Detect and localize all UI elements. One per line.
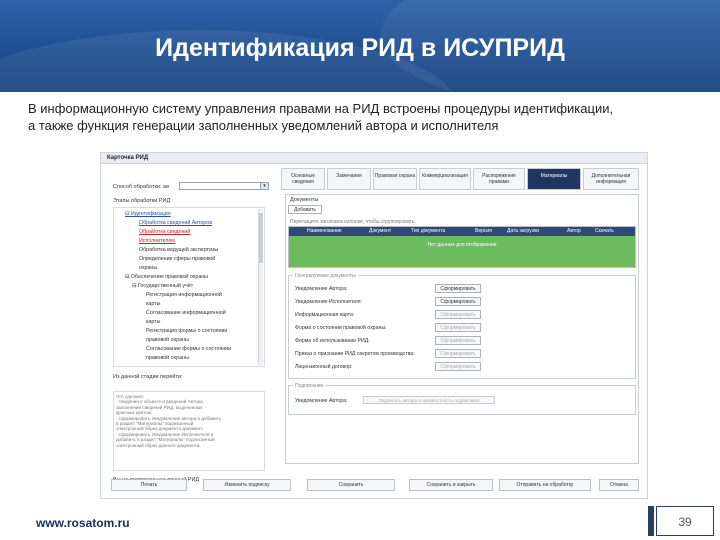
column-header[interactable]: Дата загрузки bbox=[507, 228, 539, 234]
intro-line: В информационную систему управления прав… bbox=[28, 101, 614, 116]
page-number: 39 bbox=[656, 506, 714, 536]
tree-node[interactable]: Определение сферы правовой bbox=[139, 256, 215, 262]
tab[interactable]: Замечания bbox=[327, 168, 371, 190]
tree-node[interactable]: Обработка сведений bbox=[139, 229, 190, 235]
chevron-down-icon[interactable]: ▾ bbox=[260, 183, 268, 189]
group-hint: Перетащите заголовок колонки, чтобы сгру… bbox=[290, 219, 415, 225]
tab-bar: Основные сведения Замечания Правовая охран… bbox=[281, 168, 641, 190]
window-title: Карточка РИД bbox=[107, 155, 149, 161]
generate-button[interactable]: Сформировать bbox=[435, 362, 481, 371]
signing-field[interactable]: Подписать автора в неизвестность подписа… bbox=[363, 396, 495, 404]
column-header[interactable]: Скачать bbox=[595, 228, 614, 234]
scrollbar[interactable] bbox=[258, 209, 263, 365]
column-header[interactable]: Автор bbox=[567, 228, 581, 234]
action-button[interactable]: Сохранить bbox=[307, 479, 395, 491]
column-header[interactable]: Документ bbox=[369, 228, 391, 234]
form-row-label: Приказ о признании РИД секретом производ… bbox=[295, 351, 415, 357]
notes-box: Что сделано: - сведения о объекте и введе… bbox=[113, 391, 265, 471]
tab[interactable]: Распоряжение правами bbox=[473, 168, 525, 190]
tree-node[interactable]: охраны bbox=[139, 265, 157, 271]
tree-node[interactable]: ⊟ Обеспечение правовой охраны bbox=[125, 274, 208, 280]
page-number-accent bbox=[648, 506, 654, 536]
tree-node[interactable]: Согласование формы о состоянии bbox=[146, 346, 231, 352]
tree-node[interactable]: правовой охраны bbox=[146, 355, 189, 361]
type-label: Способ обработки: ав bbox=[113, 184, 170, 190]
right-panel: Основные сведения Замечания Правовая охран… bbox=[281, 168, 641, 464]
footer-url: www.rosatom.ru bbox=[36, 516, 130, 530]
tree-node[interactable]: Согласование информационной bbox=[146, 310, 226, 316]
tab[interactable]: Правовая охрана bbox=[373, 168, 417, 190]
tree-node[interactable]: Регистрация информационной bbox=[146, 292, 222, 298]
form-row-label: Уведомление Автора: bbox=[295, 286, 348, 292]
scrollbar-thumb[interactable] bbox=[259, 213, 263, 263]
tree-label: Этапы обработки РИД bbox=[113, 198, 171, 204]
form-row-label: Уведомление Исполнителя: bbox=[295, 299, 362, 305]
signing-label: Уведомление Автора: bbox=[295, 398, 348, 404]
next-stage-label: Из данной стадии перейти: bbox=[113, 374, 183, 380]
generate-button[interactable]: Сформировать bbox=[435, 310, 481, 319]
action-button[interactable]: Отправить на обработку bbox=[499, 479, 591, 491]
generate-button[interactable]: Сформировать bbox=[435, 297, 481, 306]
action-button[interactable]: Отмена bbox=[599, 479, 639, 491]
tree-node[interactable]: Обработка ведущей экспертизы bbox=[139, 247, 218, 253]
tree-node[interactable]: карты bbox=[146, 301, 160, 307]
slide: Идентификация РИД в ИСУПРИД В информацио… bbox=[0, 0, 720, 540]
grid-body bbox=[289, 236, 635, 267]
column-header[interactable]: Наименование bbox=[307, 228, 342, 234]
tree-node[interactable]: карты bbox=[146, 319, 160, 325]
action-bar: Печать Изменить подписку Сохранить Сохранит… bbox=[111, 479, 641, 491]
tree-node[interactable]: Исполнителем bbox=[139, 238, 175, 244]
form-row-label: Информационная карта: bbox=[295, 312, 355, 318]
form-row-label: Форма об использовании РИД: bbox=[295, 338, 370, 344]
generate-button[interactable]: Сформировать bbox=[435, 349, 481, 358]
action-button[interactable]: Сохранить и закрыть bbox=[409, 479, 493, 491]
add-document-button[interactable]: Добавить bbox=[288, 205, 322, 214]
tree-node[interactable]: ⊟ Государственный учёт bbox=[132, 283, 193, 289]
stages-tree[interactable]: ⊟ Идентификация Обработка сведений Авторо… bbox=[113, 207, 265, 367]
tree-node[interactable]: Регистрация формы о состоянии bbox=[146, 328, 227, 334]
slide-title: Идентификация РИД в ИСУПРИД bbox=[155, 34, 565, 62]
section-title: Генерируемые документы bbox=[293, 273, 358, 279]
tree-node[interactable]: ⊟ Идентификация bbox=[125, 211, 171, 217]
documents-grid: Наименование Документ Тип документа Версия Д… bbox=[288, 226, 636, 268]
action-button[interactable]: Печать bbox=[111, 479, 187, 491]
generate-button[interactable]: Сформировать bbox=[435, 323, 481, 332]
generate-button[interactable]: Сформировать bbox=[435, 284, 481, 293]
intro-text: В информационную систему управления прав… bbox=[28, 100, 698, 134]
generate-button[interactable]: Сформировать bbox=[435, 336, 481, 345]
grid-header: Наименование Документ Тип документа Версия Д… bbox=[289, 227, 635, 236]
tab[interactable]: Основные сведения bbox=[281, 168, 325, 190]
section-title: Подписание bbox=[293, 383, 326, 389]
form-row-label: Форма о состоянии правовой охраны: bbox=[295, 325, 387, 331]
window-titlebar: Карточка РИД bbox=[101, 153, 647, 164]
type-select[interactable]: ▾ bbox=[179, 182, 269, 190]
form-row-label: Лицензионный договор: bbox=[295, 364, 353, 370]
left-panel: Способ обработки: ав ▾ Этапы обработки Р… bbox=[113, 181, 269, 483]
tree-node[interactable]: Обработка сведений Авторов bbox=[139, 220, 212, 226]
intro-line: а также функция генерации заполненных ув… bbox=[28, 118, 499, 133]
tab[interactable]: Дополнительная информация bbox=[583, 168, 639, 190]
materials-panel: Документы Добавить Перетащите заголовок … bbox=[285, 194, 639, 464]
column-header[interactable]: Тип документа bbox=[411, 228, 445, 234]
tab[interactable]: Коммерциализация bbox=[419, 168, 471, 190]
app-screenshot: Карточка РИД Способ обработки: ав ▾ Этап… bbox=[100, 152, 648, 499]
column-header[interactable]: Версия bbox=[475, 228, 492, 234]
note-line: электронный образ данного документа. bbox=[116, 442, 201, 448]
tree-node[interactable]: правовой охраны bbox=[146, 337, 189, 343]
grid-empty-message: Нет данных для отображения bbox=[427, 242, 497, 248]
docs-section-label: Документы bbox=[290, 197, 319, 203]
signing-section: Подписание Уведомление Автора: Подписать… bbox=[288, 383, 636, 415]
title-banner: Идентификация РИД в ИСУПРИД bbox=[0, 0, 720, 92]
tab[interactable]: Материалы bbox=[527, 168, 581, 190]
generated-docs-section: Генерируемые документы Уведомление Автор… bbox=[288, 273, 636, 379]
action-button[interactable]: Изменить подписку bbox=[203, 479, 291, 491]
